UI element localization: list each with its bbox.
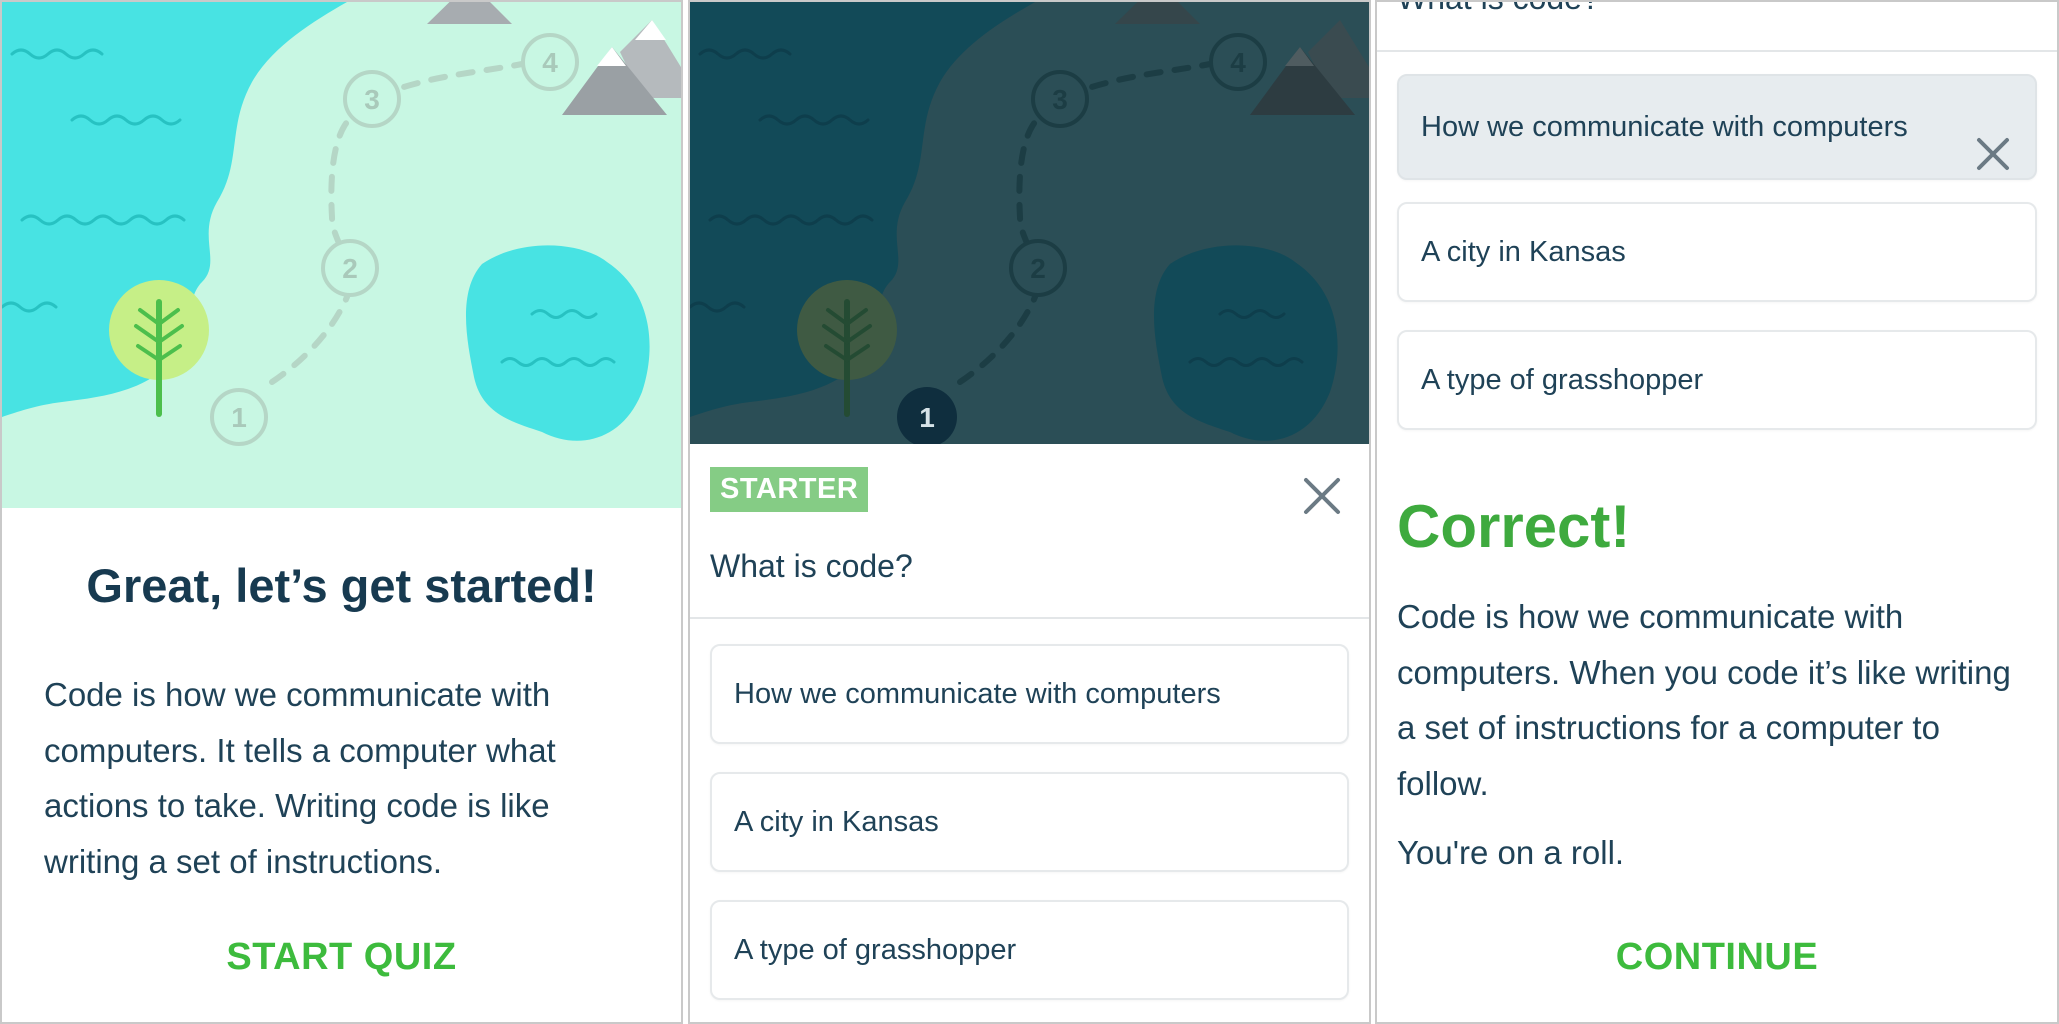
continue-button[interactable]: CONTINUE bbox=[1377, 936, 2057, 979]
divider bbox=[690, 617, 1369, 619]
answer-option-label: How we communicate with computers bbox=[1421, 110, 1908, 143]
result-screen: What is code? How we communicate with co… bbox=[1375, 0, 2059, 1024]
journey-map: 1 2 3 4 bbox=[2, 2, 681, 508]
question-text: What is code? bbox=[710, 548, 913, 584]
map-step-2: 2 bbox=[1030, 253, 1046, 284]
map-step-3: 3 bbox=[364, 84, 380, 115]
level-badge: STARTER bbox=[710, 467, 869, 512]
page-title: Great, let’s get started! bbox=[86, 559, 597, 612]
answer-option-3[interactable]: A type of grasshopper bbox=[1397, 330, 2037, 430]
map-step-4: 4 bbox=[1230, 47, 1246, 78]
result-title: Correct! bbox=[1397, 493, 1631, 560]
answer-option-2[interactable]: A city in Kansas bbox=[1397, 202, 2037, 302]
encouragement-text: You're on a roll. bbox=[1397, 834, 1625, 871]
answer-option-1[interactable]: How we communicate with computers bbox=[710, 644, 1349, 744]
answer-option-3[interactable]: A type of grasshopper bbox=[710, 900, 1349, 1000]
answer-option-1-selected[interactable]: How we communicate with computers bbox=[1397, 74, 2037, 180]
question-text: What is code? bbox=[1397, 2, 1600, 17]
quiz-screen: 1 2 3 4 STARTER What is code? How we com… bbox=[688, 0, 1371, 1024]
map-step-3: 3 bbox=[1052, 84, 1068, 115]
intro-screen: 1 2 3 4 Great, let’s get started! Code i… bbox=[0, 0, 683, 1024]
map-step-4: 4 bbox=[542, 47, 558, 78]
explanation-text: Code is how we communicate with computer… bbox=[1397, 598, 2011, 802]
answer-option-2[interactable]: A city in Kansas bbox=[710, 772, 1349, 872]
map-step-1: 1 bbox=[231, 402, 247, 433]
close-icon bbox=[1304, 478, 1340, 514]
close-icon bbox=[1977, 138, 2009, 170]
divider bbox=[1377, 50, 2057, 52]
close-button[interactable] bbox=[1298, 472, 1346, 520]
intro-text: Code is how we communicate with computer… bbox=[44, 676, 556, 880]
map-step-1: 1 bbox=[919, 402, 935, 433]
start-quiz-button[interactable]: START QUIZ bbox=[2, 936, 681, 979]
map-step-2: 2 bbox=[342, 253, 358, 284]
journey-map-dimmed: 1 2 3 4 bbox=[690, 2, 1369, 444]
